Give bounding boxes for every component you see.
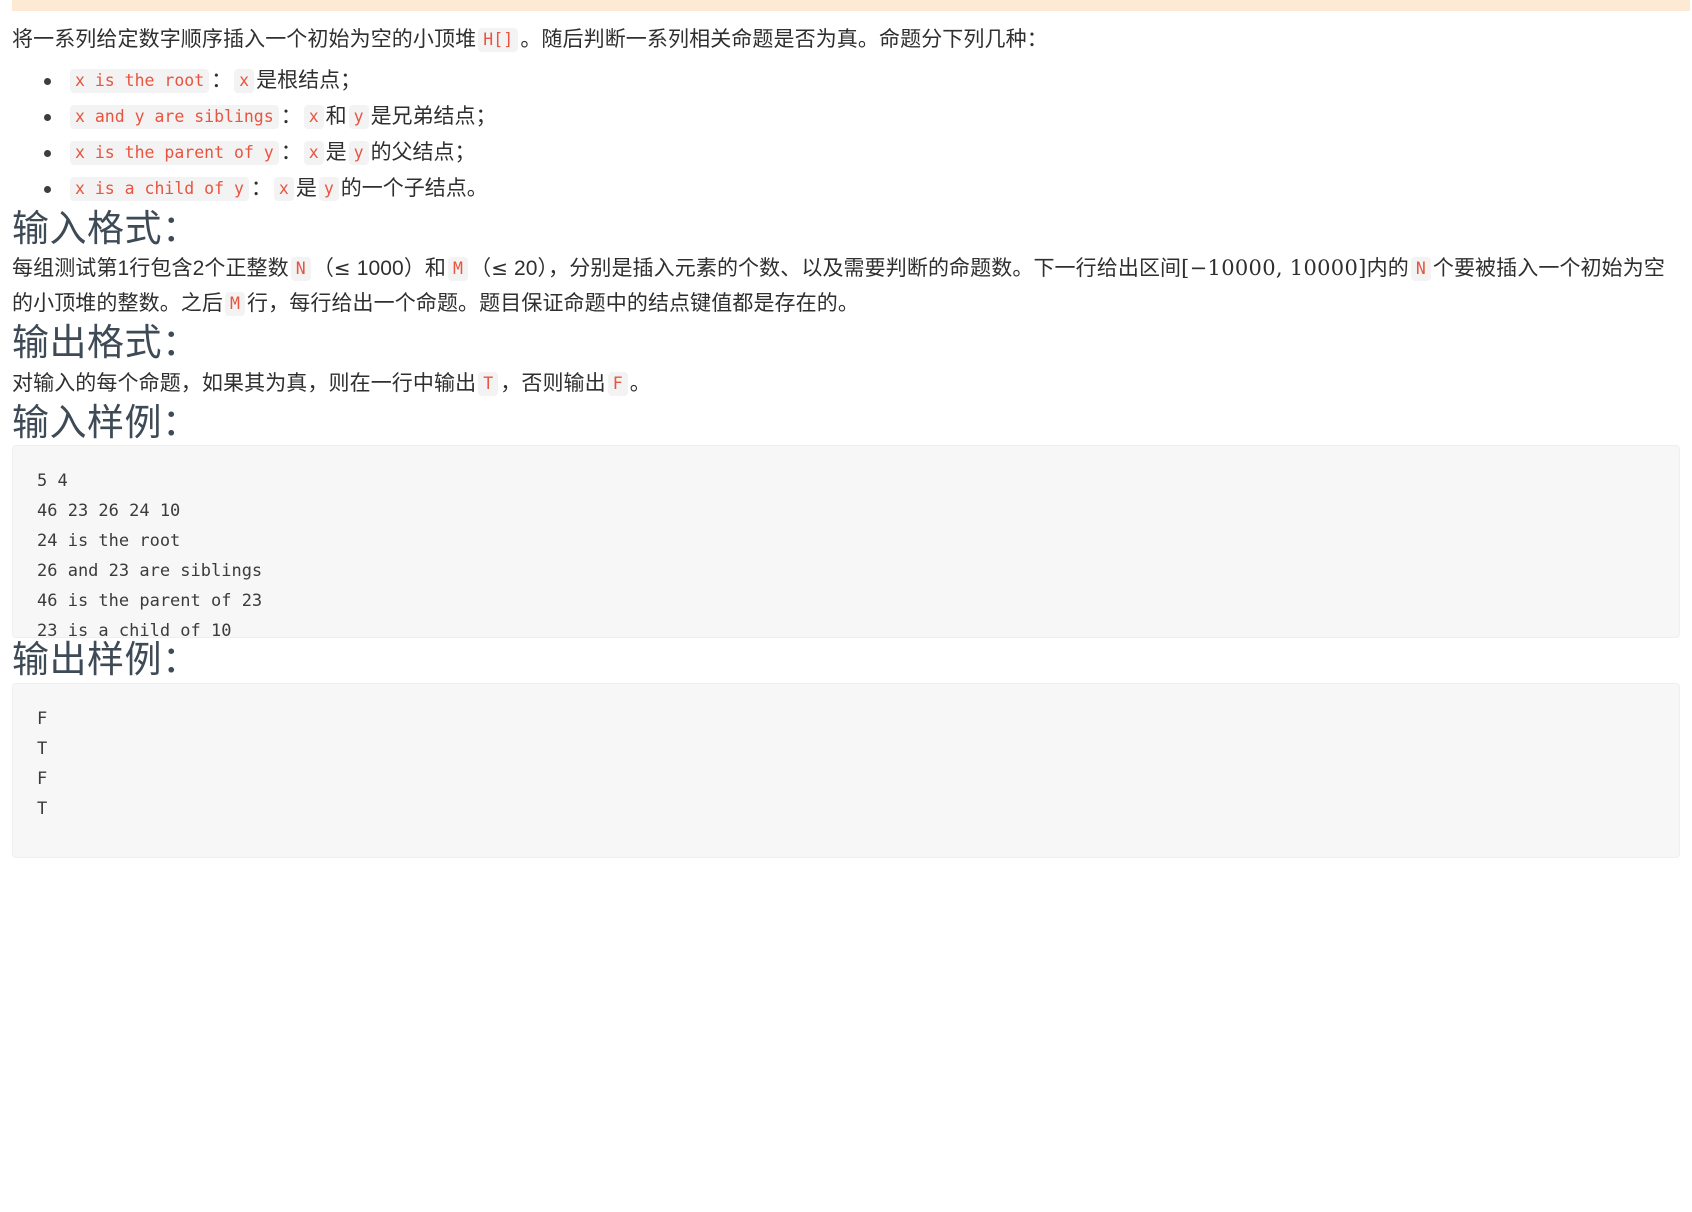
intro-text-part2: 。随后判断一系列相关命题是否为真。命题分下列几种： [520, 28, 1048, 51]
separator: ： [211, 69, 233, 92]
bullet-tail: 是根结点； [256, 69, 362, 92]
inline-code-var-x: x [303, 141, 324, 165]
heading-output-format: 输出格式： [12, 322, 200, 364]
input-format-limit-n: 1000）和 [350, 257, 447, 281]
bullet-tail: 的一个子结点。 [340, 177, 488, 200]
separator: ： [280, 105, 302, 128]
inline-code-proposition: x is the root [70, 69, 210, 93]
inline-code-var-x: x [234, 69, 255, 93]
list-item: x is the parent of y： x 是 y 的父结点； [44, 135, 1680, 171]
inline-code-var-y: y [348, 141, 369, 165]
input-format-paragraph: 每组测试第1行包含2个正整数 N （≤ 1000）和 M （≤ 20），分别是插入元素的… [12, 251, 1680, 321]
input-format-text-6: 行，每行给出一个命题。题目保证命题中的结点键值都是存在的。 [247, 292, 859, 316]
inline-code-proposition: x is the parent of y [70, 141, 279, 165]
inline-code-var-y: y [318, 177, 339, 201]
math-range: [−10000, 10000] [1181, 256, 1367, 281]
intro-text-part1: 将一系列给定数字顺序插入一个初始为空的小顶堆 [12, 28, 477, 51]
inline-code-heap: H[] [478, 28, 519, 52]
sample-output-code-block: F T F T [12, 682, 1680, 858]
output-format-paragraph: 对输入的每个命题，如果其为真，则在一行中输出 T ，否则输出 F。 [12, 366, 1680, 401]
heading-input-format: 输入格式： [12, 208, 200, 249]
bullet-tail: 是兄弟结点； [370, 105, 497, 128]
intro-paragraph: 将一系列给定数字顺序插入一个初始为空的小顶堆 H[] 。随后判断一系列相关命题是否为… [12, 22, 1680, 57]
output-format-text-3: 。 [629, 371, 651, 395]
bullet-mid: 和 [325, 105, 347, 128]
inline-code-n: N [1410, 257, 1431, 282]
separator: ： [280, 141, 302, 164]
separator: ： [250, 177, 272, 200]
input-format-text-1: 每组测试第1行包含2个正整数 [12, 257, 289, 281]
inline-code-m: M [448, 257, 469, 282]
bullet-mid: 是 [325, 141, 347, 164]
input-format-text-4: 内的 [1366, 257, 1409, 281]
inline-code-n: N [290, 257, 311, 282]
heading-sample-input: 输入样例： [12, 401, 200, 443]
list-item: x is the root： x 是根结点； [44, 63, 1680, 99]
input-format-text-3: （ [470, 257, 492, 281]
less-equal-symbol: ≤ [333, 256, 351, 281]
input-format-limit-m: 20），分别是插入元素的个数、以及需要判断的命题数。下一行给出区间 [508, 257, 1182, 281]
inline-code-var-x: x [303, 105, 324, 129]
inline-code-proposition: x is a child of y [70, 177, 249, 201]
problem-page: 将一系列给定数字顺序插入一个初始为空的小顶堆 H[] 。随后判断一系列相关命题是否为… [0, 0, 1692, 858]
list-item: x and y are siblings： x 和 y 是兄弟结点； [44, 99, 1680, 135]
list-item: x is a child of y： x 是 y 的一个子结点。 [44, 171, 1680, 207]
problem-content: 将一系列给定数字顺序插入一个初始为空的小顶堆 H[] 。随后判断一系列相关命题是否为… [12, 0, 1680, 858]
inline-code-true: T [478, 371, 499, 396]
less-equal-symbol: ≤ [491, 256, 509, 281]
inline-code-proposition: x and y are siblings [70, 105, 279, 129]
inline-code-false: F [607, 371, 628, 396]
inline-code-m: M [225, 292, 246, 317]
proposition-list: x is the root： x 是根结点； x and y are sibling… [12, 63, 1680, 207]
output-format-text-2: ，否则输出 [500, 371, 606, 395]
output-format-text-1: 对输入的每个命题，如果其为真，则在一行中输出 [12, 371, 477, 395]
sample-input-code-block: 5 4 46 23 26 24 10 24 is the root 26 and… [12, 445, 1680, 639]
bullet-tail: 的父结点； [370, 141, 476, 164]
input-format-text-2: （ [312, 257, 334, 281]
bullet-mid: 是 [295, 177, 317, 200]
inline-code-var-y: y [348, 105, 369, 129]
inline-code-var-x: x [273, 177, 294, 201]
heading-sample-output: 输出样例： [12, 639, 200, 681]
